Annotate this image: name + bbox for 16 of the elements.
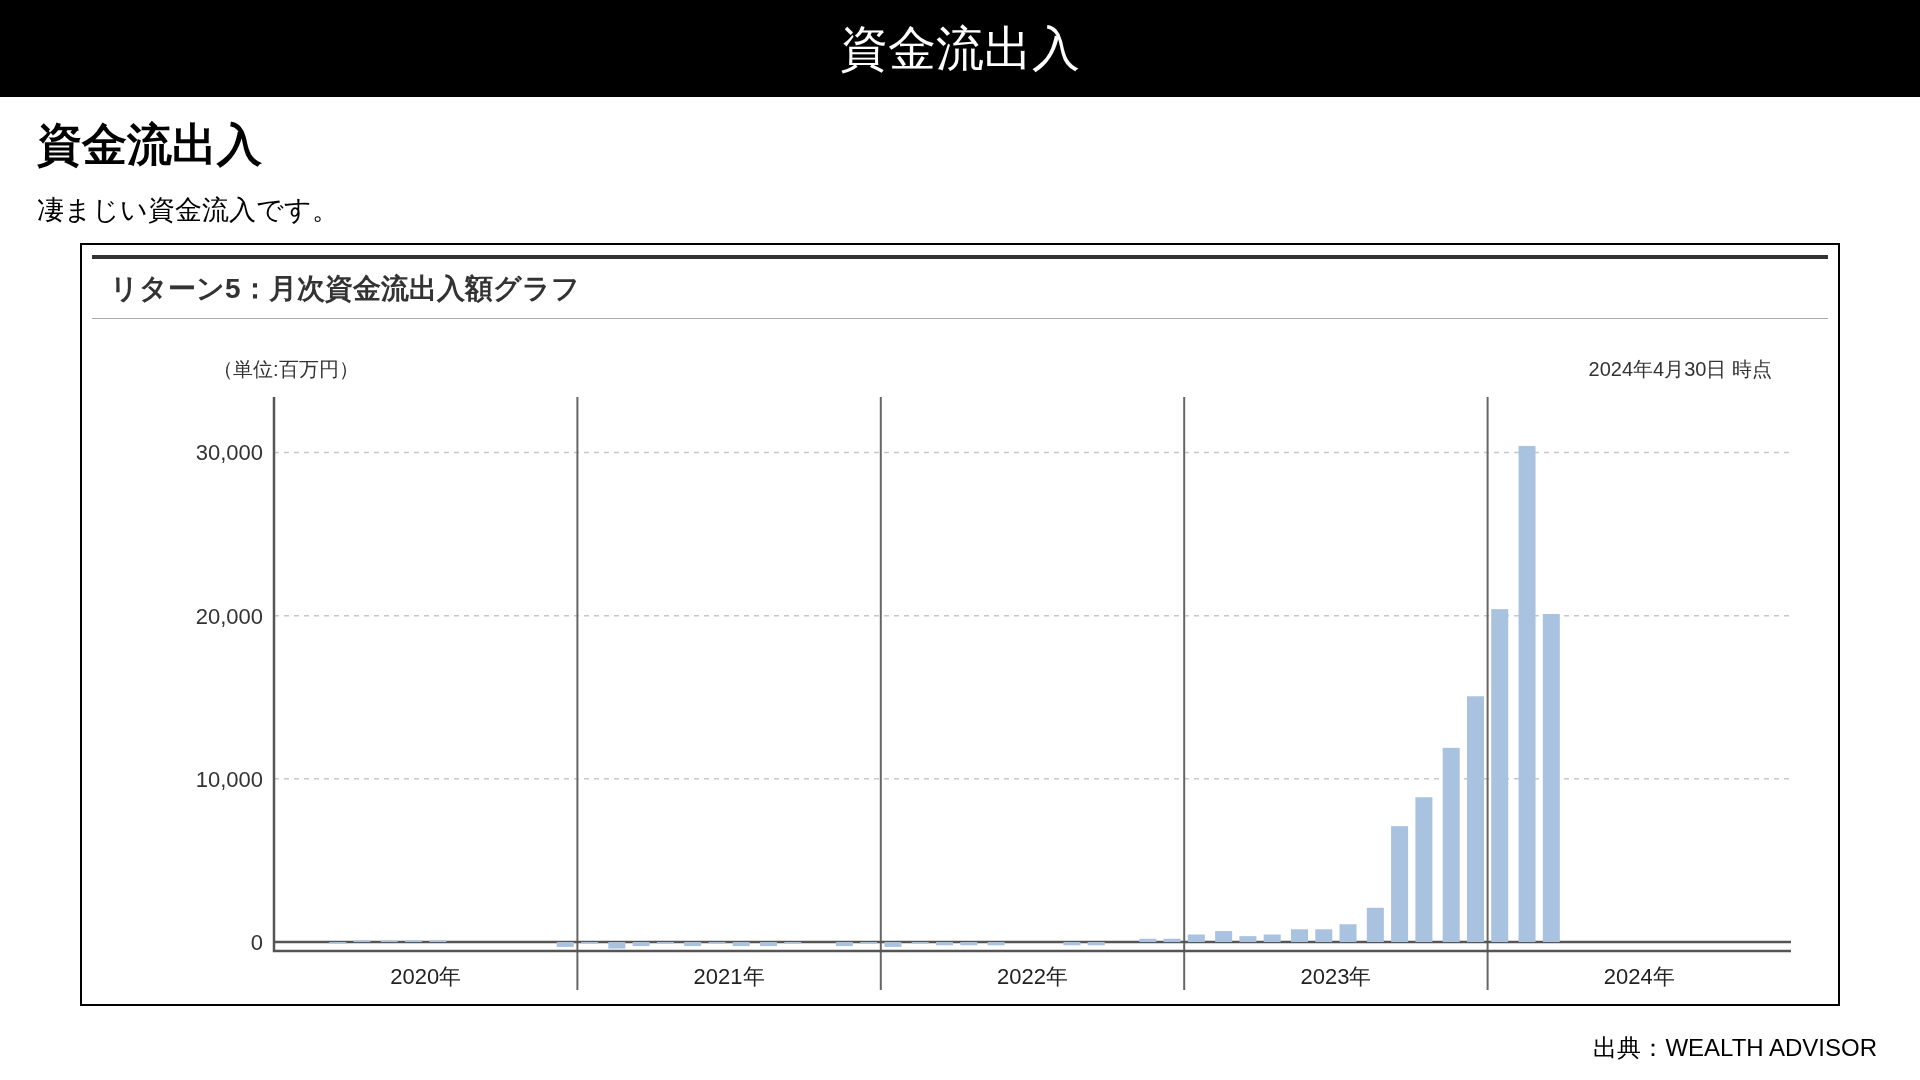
year-label: 2024年 <box>1603 964 1675 989</box>
y-tick-label: 20,000 <box>195 603 263 629</box>
y-tick-label: 0 <box>250 930 263 956</box>
lead-text: 凄まじい資金流入です。 <box>37 194 339 227</box>
year-label: 2021年 <box>693 964 765 989</box>
year-label: 2023年 <box>1300 964 1372 989</box>
chart-title: リターン5：月次資金流出入額グラフ <box>110 271 580 306</box>
year-label: 2022年 <box>997 964 1068 989</box>
y-tick-label: 10,000 <box>195 766 263 792</box>
heading: 資金流出入 <box>37 119 262 171</box>
as-of-date: 2024年4月30日 時点 <box>1588 358 1772 380</box>
header-title: 資金流出入 <box>840 20 1080 77</box>
unit-label: （単位:百万円） <box>213 358 359 380</box>
year-label: 2020年 <box>390 964 462 989</box>
y-tick-label: 30,000 <box>195 440 263 466</box>
source-text: 出典：WEALTH ADVISOR <box>1593 1033 1877 1063</box>
